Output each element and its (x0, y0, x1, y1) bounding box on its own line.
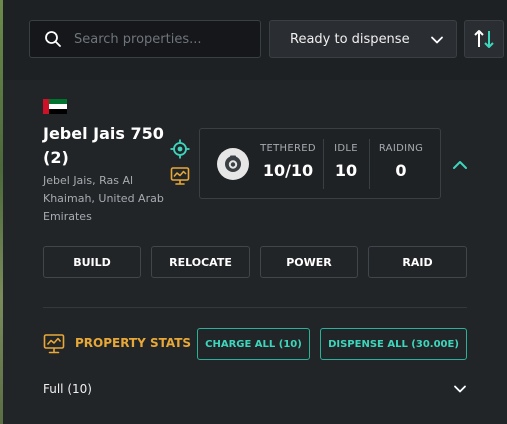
top-toolbar: Ready to dispense (3, 0, 507, 80)
tethered-value: 10/10 (262, 161, 314, 180)
uae-flag-icon (43, 99, 67, 114)
stats-monitor-icon[interactable] (170, 166, 190, 186)
chevron-down-icon[interactable] (453, 382, 467, 396)
dispense-all-button[interactable]: DISPENSE ALL (30.00E) (320, 328, 467, 360)
action-buttons: BUILD RELOCATE POWER RAID (43, 246, 467, 278)
status-filter-value: Ready to dispense (290, 31, 410, 47)
sort-button[interactable] (464, 20, 504, 58)
full-units-label[interactable]: Full (10) (43, 382, 92, 396)
tethered-label: TETHERED (260, 143, 316, 154)
idle-value: 10 (334, 161, 358, 180)
raiding-value: 0 (395, 161, 407, 180)
unit-status-box: TETHERED 10/10 IDLE 10 RAIDING 0 (199, 128, 441, 199)
property-location: Jebel Jais, Ras Al Khaimah, United Arab … (43, 174, 164, 223)
crosshair-target-icon[interactable] (170, 139, 190, 159)
search-input[interactable] (74, 21, 254, 57)
idle-label: IDLE (334, 143, 358, 154)
divider (323, 139, 324, 189)
status-filter-dropdown[interactable]: Ready to dispense (269, 20, 457, 58)
drone-robot-icon (225, 155, 241, 172)
sort-arrows-icon (474, 30, 494, 48)
chevron-down-icon (431, 36, 443, 44)
property-card: Jebel Jais 750 (2) Jebel Jais, Ras Al Kh… (3, 80, 507, 424)
raiding-stat: RAIDING 0 (372, 129, 430, 198)
build-button[interactable]: BUILD (43, 246, 141, 278)
section-divider (43, 307, 467, 308)
tethered-stat: TETHERED 10/10 (256, 129, 320, 198)
raid-button[interactable]: RAID (368, 246, 467, 278)
divider (369, 139, 370, 189)
search-icon (45, 31, 61, 47)
property-stats-monitor-icon (43, 334, 65, 354)
raiding-label: RAIDING (378, 143, 424, 154)
charge-all-button[interactable]: CHARGE ALL (10) (197, 328, 310, 360)
property-name[interactable]: Jebel Jais 750 (2) (43, 122, 183, 170)
power-button[interactable]: POWER (260, 246, 358, 278)
drone-avatar (217, 148, 249, 180)
idle-stat: IDLE 10 (326, 129, 366, 198)
search-box[interactable] (29, 20, 261, 58)
chevron-up-icon[interactable] (452, 157, 468, 173)
property-stats-title: PROPERTY STATS (75, 336, 192, 350)
relocate-button[interactable]: RELOCATE (151, 246, 250, 278)
